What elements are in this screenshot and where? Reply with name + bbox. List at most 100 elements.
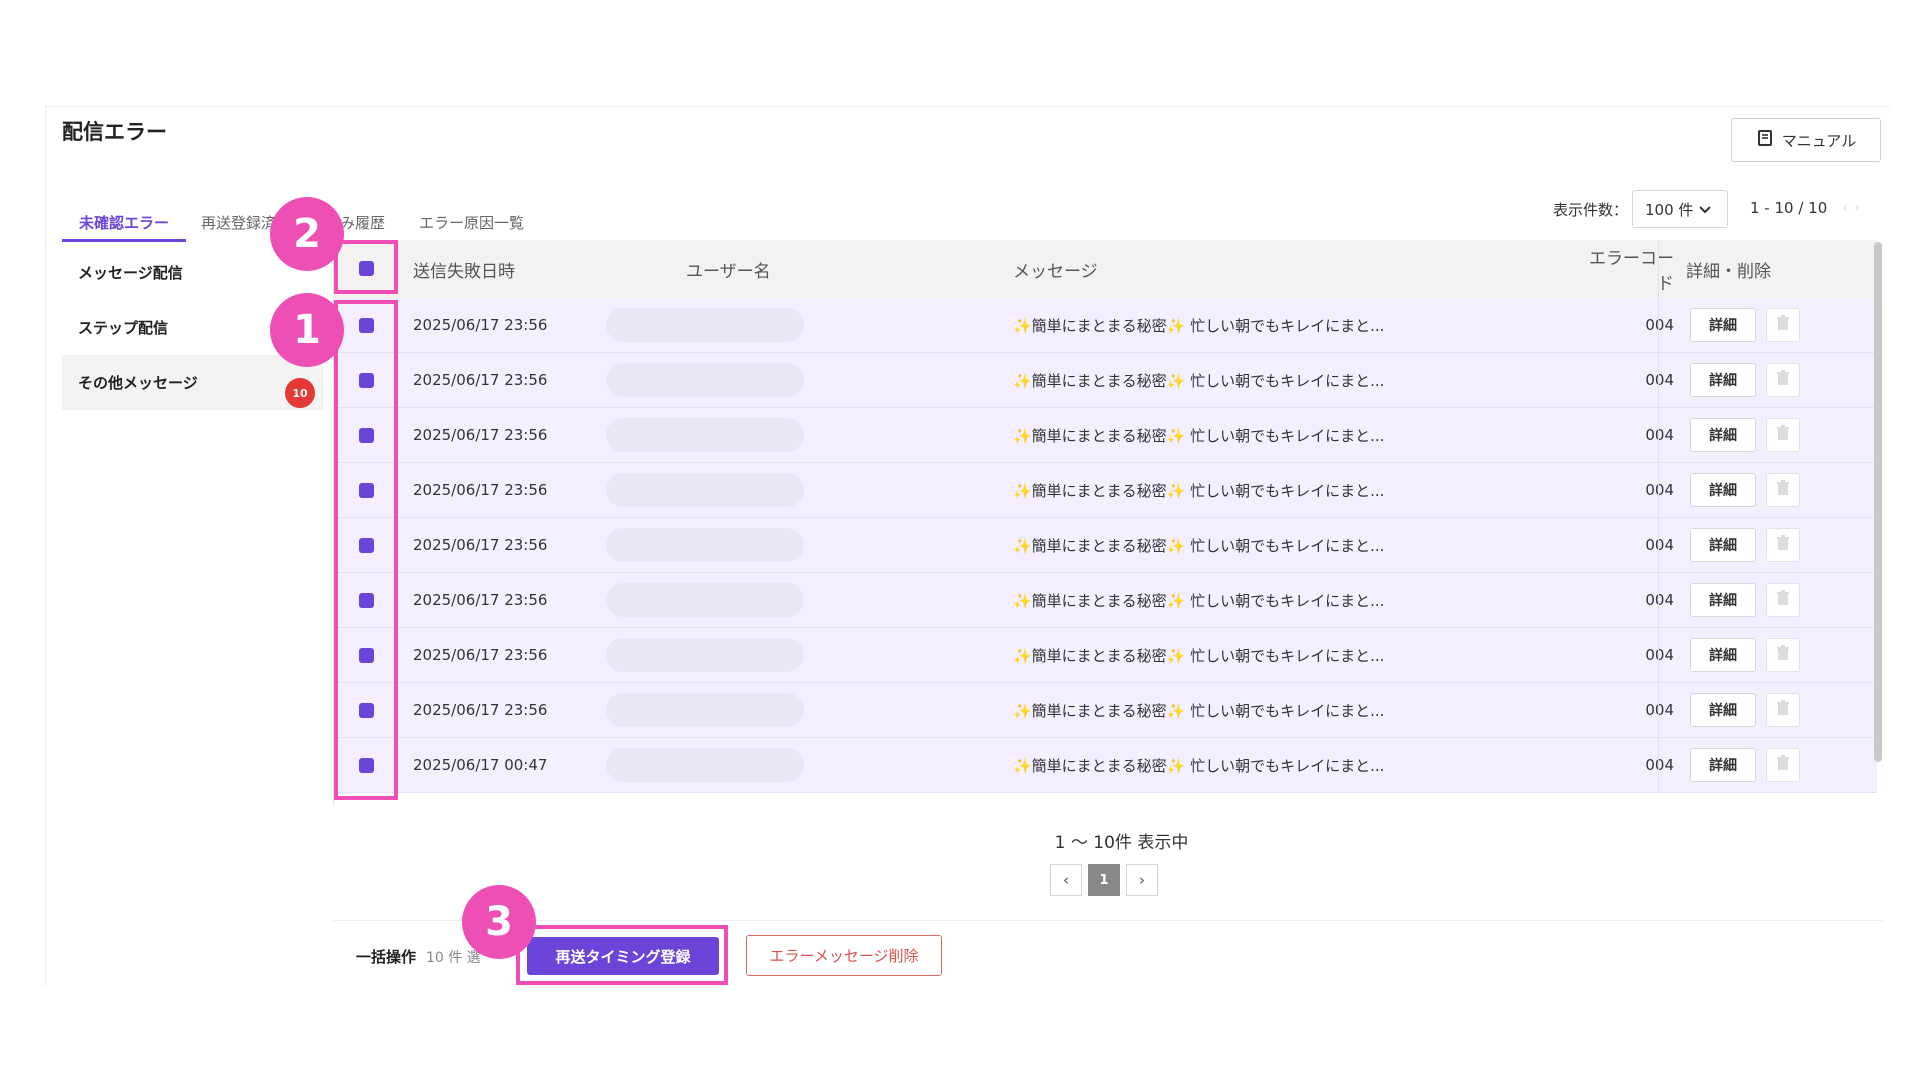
trash-icon [1776,645,1790,665]
user-name-placeholder [606,748,804,782]
bulk-label: 一括操作 [356,948,417,966]
row-error-code: 004 [1645,316,1674,334]
row-date: 2025/06/17 23:56 [413,701,548,719]
table-header: 送信失敗日時 ユーザー名 メッセージ エラーコード 詳細・削除 [334,240,1877,298]
manual-label: マニュアル [1781,131,1857,150]
row-checkbox[interactable] [359,647,374,663]
detail-button[interactable]: 詳細 [1690,638,1756,672]
resend-timing-button[interactable]: 再送タイミング登録 [527,937,719,975]
per-page-select[interactable]: 100 件 [1632,190,1728,228]
detail-button[interactable]: 詳細 [1690,693,1756,727]
column-divider [1658,408,1659,462]
row-checkbox[interactable] [359,482,374,498]
detail-button[interactable]: 詳細 [1690,418,1756,452]
row-message: ✨簡単にまとまる秘密✨ 忙しい朝でもキレイにまと... [1013,756,1385,775]
step-marker-1: 1 [270,293,344,367]
row-error-code: 004 [1645,481,1674,499]
table-row: 2025/06/17 23:56 ✨簡単にまとまる秘密✨ 忙しい朝でもキレイにまと… [334,518,1877,573]
row-date: 2025/06/17 23:56 [413,481,548,499]
page-title: 配信エラー [62,120,167,144]
showing-count: 1 〜 10件 表示中 [1054,833,1189,853]
user-name-placeholder [606,363,804,397]
next-page-button[interactable]: › [1126,864,1158,896]
delete-error-messages-button[interactable]: エラーメッセージ削除 [746,935,942,976]
table-row: 2025/06/17 23:56 ✨簡単にまとまる秘密✨ 忙しい朝でもキレイにまと… [334,573,1877,628]
table-row: 2025/06/17 00:47 ✨簡単にまとまる秘密✨ 忙しい朝でもキレイにまと… [334,738,1877,793]
user-name-placeholder [606,528,804,562]
row-checkbox[interactable] [359,757,374,773]
trash-icon [1776,425,1790,445]
next-page-icon[interactable]: › [1854,198,1866,216]
page-1-button[interactable]: 1 [1088,864,1120,896]
trash-icon [1776,700,1790,720]
column-divider [1658,518,1659,572]
column-divider [1658,240,1659,298]
delete-row-button[interactable] [1766,748,1800,782]
tab-error-causes[interactable]: エラー原因一覧 [419,206,534,242]
row-checkbox[interactable] [359,592,374,608]
detail-button[interactable]: 詳細 [1690,528,1756,562]
user-name-placeholder [606,418,804,452]
trash-icon [1776,370,1790,390]
count-badge: 10 [285,378,315,408]
row-date: 2025/06/17 23:56 [413,371,548,389]
delete-row-button[interactable] [1766,693,1800,727]
row-error-code: 004 [1645,756,1674,774]
prev-page-icon[interactable]: ‹ [1842,198,1854,216]
delete-row-button[interactable] [1766,638,1800,672]
row-date: 2025/06/17 23:56 [413,646,548,664]
row-checkbox[interactable] [359,372,374,388]
column-divider [1658,738,1659,792]
row-checkbox[interactable] [359,702,374,718]
table-row: 2025/06/17 23:56 ✨簡単にまとまる秘密✨ 忙しい朝でもキレイにまと… [334,463,1877,518]
row-checkbox[interactable] [359,427,374,443]
select-all-checkbox[interactable] [359,261,374,276]
delete-row-button[interactable] [1766,583,1800,617]
per-page-label: 表示件数： [1553,201,1629,219]
row-date: 2025/06/17 23:56 [413,316,548,334]
delete-row-button[interactable] [1766,308,1800,342]
prev-page-button[interactable]: ‹ [1050,864,1082,896]
sidebar-item-label: その他メッセージ [78,374,198,392]
detail-button[interactable]: 詳細 [1690,308,1756,342]
sidebar-item-label: ステップ配信 [78,319,169,337]
detail-button[interactable]: 詳細 [1690,473,1756,507]
trash-icon [1776,755,1790,775]
table-row: 2025/06/17 23:56 ✨簡単にまとまる秘密✨ 忙しい朝でもキレイにまと… [334,683,1877,738]
row-message: ✨簡単にまとまる秘密✨ 忙しい朝でもキレイにまと... [1013,426,1385,445]
detail-button[interactable]: 詳細 [1690,583,1756,617]
row-checkbox[interactable] [359,537,374,553]
user-name-placeholder [606,308,804,342]
user-name-placeholder [606,693,804,727]
row-checkbox[interactable] [359,317,374,333]
header-message: メッセージ [1013,261,1098,282]
row-message: ✨簡単にまとまる秘密✨ 忙しい朝でもキレイにまと... [1013,701,1385,720]
step-marker-2: 2 [270,197,344,271]
detail-button[interactable]: 詳細 [1690,748,1756,782]
user-name-placeholder [606,473,804,507]
delete-row-button[interactable] [1766,363,1800,397]
range-nav: ‹› [1842,198,1866,216]
error-table: 送信失敗日時 ユーザー名 メッセージ エラーコード 詳細・削除 2025/06/… [333,240,1877,806]
manual-button[interactable]: マニュアル [1731,118,1881,162]
sidebar-item-other-messages[interactable]: その他メッセージ 10 [62,355,324,410]
delete-row-button[interactable] [1766,418,1800,452]
delete-row-button[interactable] [1766,528,1800,562]
row-message: ✨簡単にまとまる秘密✨ 忙しい朝でもキレイにまと... [1013,646,1385,665]
trash-icon [1776,480,1790,500]
tab-unconfirmed-errors[interactable]: 未確認エラー [62,206,187,242]
row-date: 2025/06/17 23:56 [413,536,548,554]
header-actions: 詳細・削除 [1686,261,1771,282]
header-code: エラーコード [1589,249,1674,294]
table-row: 2025/06/17 23:56 ✨簡単にまとまる秘密✨ 忙しい朝でもキレイにまと… [334,353,1877,408]
user-name-placeholder [606,583,804,617]
delete-row-button[interactable] [1766,473,1800,507]
step-marker-3: 3 [462,885,536,959]
detail-button[interactable]: 詳細 [1690,363,1756,397]
scrollbar[interactable] [1874,242,1882,762]
row-message: ✨簡単にまとまる秘密✨ 忙しい朝でもキレイにまと... [1013,481,1385,500]
row-date: 2025/06/17 00:47 [413,756,548,774]
row-date: 2025/06/17 23:56 [413,426,548,444]
bulk-selected-count: 10 件 選 [426,950,481,966]
column-divider [1658,463,1659,517]
